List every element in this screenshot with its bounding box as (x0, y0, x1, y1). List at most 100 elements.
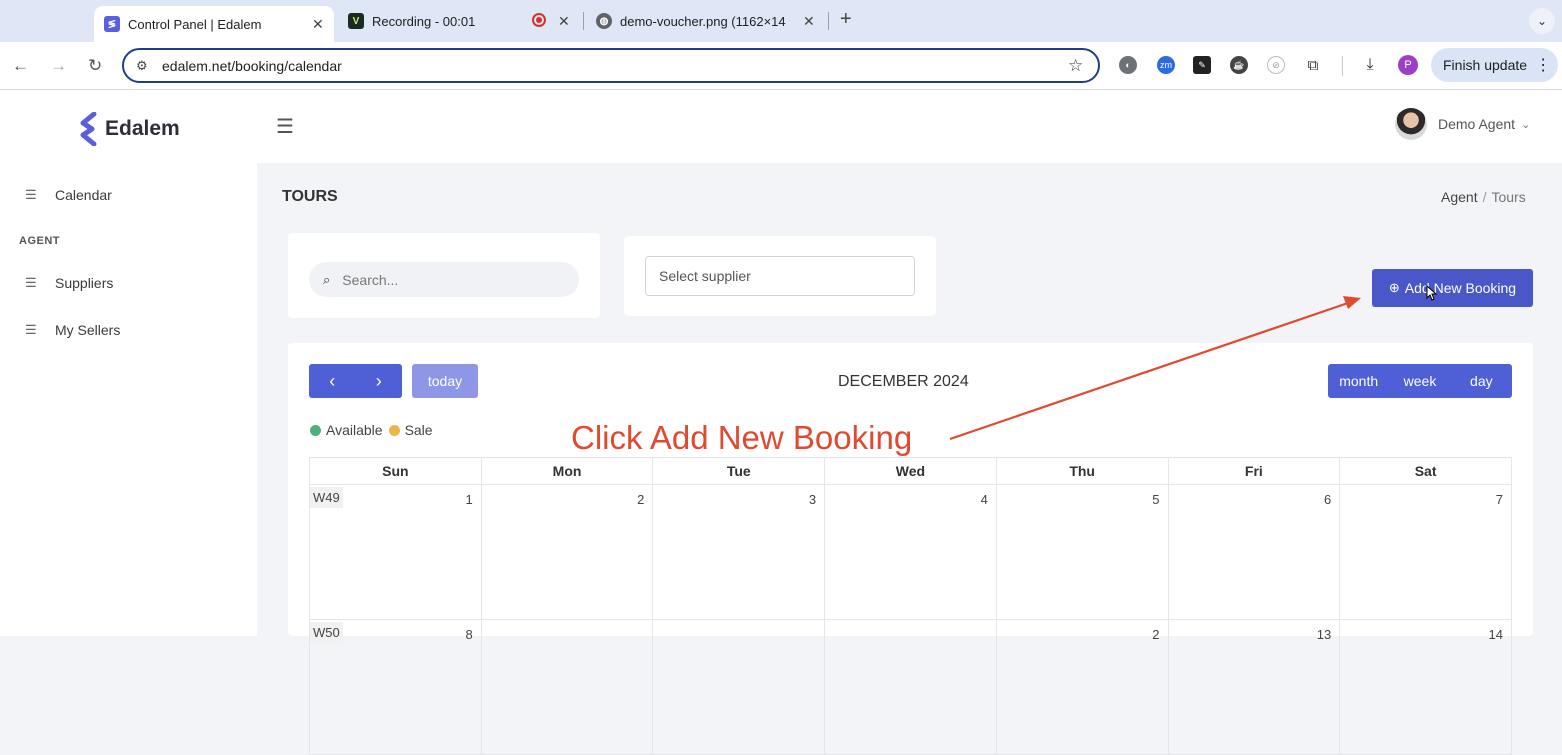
day-number[interactable]: 4 (981, 492, 988, 507)
month-calendar-grid: Sun Mon Tue Wed Thu Fri Sat W49 1 2 3 4 5… (309, 457, 1512, 755)
sidebar-item-label: Suppliers (55, 275, 114, 291)
edit-extension-icon[interactable]: ✎ (1193, 56, 1211, 74)
plus-circle-icon: ⊕ (1388, 280, 1400, 295)
compass-extension-icon[interactable]: ⊘ (1267, 56, 1285, 74)
user-name: Demo Agent (1438, 116, 1516, 132)
toolbar-divider (1342, 56, 1343, 76)
tab-search-button[interactable]: ⌄ (1529, 8, 1555, 34)
tab-divider (828, 12, 829, 30)
sidebar-item-label: My Sellers (55, 322, 121, 338)
finish-update-button[interactable]: Finish update ⋮ (1431, 48, 1558, 82)
week-row: W50 8 2 13 14 (309, 619, 1512, 755)
day-cell[interactable]: 3 (652, 484, 826, 620)
user-menu[interactable]: Demo Agent ⌄ (1395, 108, 1530, 140)
edalem-favicon-icon: ≶ (104, 16, 120, 32)
profile-avatar[interactable]: P (1398, 55, 1418, 75)
sidebar-item-calendar[interactable]: ☰ Calendar (25, 187, 112, 203)
calendar-nav-buttons: ‹ › (309, 364, 402, 398)
sidebar: ☰ Calendar AGENT ☰ Suppliers ☰ My Seller… (0, 163, 257, 636)
reload-icon[interactable]: ↻ (88, 56, 102, 76)
today-button[interactable]: today (412, 364, 478, 398)
day-cell[interactable]: 2 (480, 484, 654, 620)
tab-recording[interactable]: V Recording - 00:01 ✕ (348, 8, 578, 34)
v-logo-icon: V (348, 13, 364, 29)
annotation-arrowhead (1343, 296, 1361, 309)
breadcrumb-agent[interactable]: Agent (1441, 189, 1478, 205)
day-cell[interactable]: W50 8 (309, 619, 482, 755)
weekday-header-row: Sun Mon Tue Wed Thu Fri Sat (309, 457, 1512, 485)
search-icon: ⌕ (323, 271, 331, 287)
sidebar-section-heading: AGENT (19, 235, 60, 247)
week-number[interactable]: W49 (310, 487, 343, 508)
page-title: TOURS (282, 188, 338, 205)
back-arrow-icon[interactable]: ← (12, 56, 29, 76)
supplier-select[interactable]: Select supplier (645, 256, 915, 296)
add-new-booking-button[interactable]: ⊕ Add New Booking (1372, 269, 1533, 307)
day-cell[interactable] (652, 619, 826, 755)
week-number[interactable]: W50 (310, 622, 343, 643)
search-input[interactable]: ⌕ Search... (309, 262, 579, 297)
view-week-button[interactable]: week (1389, 373, 1450, 389)
tab-demo-voucher[interactable]: ◍ demo-voucher.png (1162×14 ✕ (596, 8, 826, 34)
breadcrumb-current: Tours (1491, 189, 1526, 205)
browser-toolbar: ← → ↻ ⚙ edalem.net/booking/calendar ☆ ◐ … (0, 42, 1562, 90)
day-cell[interactable]: 7 (1339, 484, 1512, 620)
close-icon[interactable]: ✕ (558, 13, 570, 30)
day-number[interactable]: 3 (809, 492, 816, 507)
weekday-header: Fri (1167, 457, 1341, 485)
chevron-down-icon: ⌄ (1521, 118, 1531, 131)
day-number[interactable]: 1 (465, 492, 472, 507)
add-new-booking-label: Add New Booking (1404, 280, 1517, 296)
app-logo[interactable]: Edalem (78, 112, 180, 146)
weekday-header: Mon (480, 457, 654, 485)
day-number[interactable]: 14 (1489, 627, 1503, 642)
day-number[interactable]: 2 (637, 492, 644, 507)
weekday-header: Thu (995, 457, 1169, 485)
supplier-select-placeholder: Select supplier (659, 268, 751, 284)
prev-month-button[interactable]: ‹ (309, 371, 356, 392)
day-cell[interactable]: 6 (1167, 484, 1341, 620)
day-number[interactable]: 7 (1496, 492, 1503, 507)
view-month-button[interactable]: month (1328, 373, 1389, 389)
sidebar-item-my-sellers[interactable]: ☰ My Sellers (25, 322, 120, 338)
day-cell[interactable]: 5 (995, 484, 1169, 620)
list-icon: ☰ (25, 322, 37, 337)
url-text: edalem.net/booking/calendar (162, 57, 342, 74)
avatar (1395, 108, 1427, 140)
day-cell[interactable] (480, 619, 654, 755)
finish-update-label: Finish update (1443, 57, 1528, 73)
view-day-button[interactable]: day (1451, 373, 1512, 389)
day-number[interactable]: 13 (1317, 627, 1331, 642)
sidebar-item-suppliers[interactable]: ☰ Suppliers (25, 275, 113, 291)
kebab-menu-icon[interactable]: ⋮ (1535, 55, 1551, 75)
day-number[interactable]: 2 (1152, 627, 1159, 642)
day-cell[interactable]: W49 1 (309, 484, 482, 620)
day-cell[interactable] (824, 619, 997, 755)
cup-extension-icon[interactable]: ☕ (1230, 56, 1248, 74)
day-cell[interactable]: 4 (824, 484, 997, 620)
zoom-extension-icon[interactable]: zm (1157, 56, 1175, 74)
app-header: Edalem ☰ Demo Agent ⌄ (0, 90, 1562, 163)
hamburger-menu-icon[interactable]: ☰ (276, 114, 294, 139)
site-settings-icon[interactable]: ⚙ (136, 58, 148, 74)
breadcrumb-separator: / (1482, 189, 1487, 205)
password-extension-icon[interactable]: ◐ (1119, 56, 1137, 74)
extensions-puzzle-icon[interactable]: ⧉ (1304, 56, 1322, 74)
address-bar[interactable]: ⚙ edalem.net/booking/calendar ☆ (122, 48, 1100, 83)
download-icon[interactable]: ⤓ (1361, 56, 1379, 74)
legend-available: Available (326, 422, 383, 438)
day-cell[interactable]: 13 (1167, 619, 1341, 755)
new-tab-button[interactable]: + (840, 8, 852, 31)
day-number[interactable]: 5 (1152, 492, 1159, 507)
bookmark-star-icon[interactable]: ☆ (1068, 56, 1083, 76)
recording-icon (532, 13, 546, 27)
close-icon[interactable]: ✕ (312, 16, 324, 33)
forward-arrow-icon[interactable]: → (50, 56, 67, 76)
day-number[interactable]: 6 (1324, 492, 1331, 507)
day-cell[interactable]: 14 (1339, 619, 1512, 755)
day-cell[interactable]: 2 (995, 619, 1169, 755)
close-icon[interactable]: ✕ (803, 13, 815, 30)
day-number[interactable]: 8 (465, 627, 472, 642)
next-month-button[interactable]: › (356, 371, 403, 392)
tab-control-panel[interactable]: ≶ Control Panel | Edalem ✕ (94, 6, 334, 42)
